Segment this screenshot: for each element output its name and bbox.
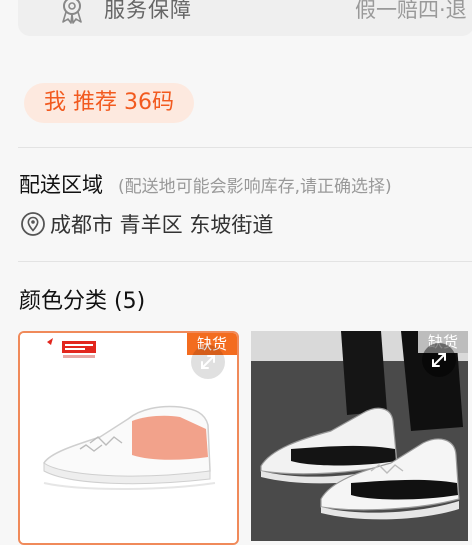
color-options-title: 颜色分类 (5) xyxy=(19,289,146,314)
expand-image-button[interactable] xyxy=(191,345,225,379)
expand-icon xyxy=(432,353,446,367)
service-label: 服务保障 xyxy=(104,0,192,22)
delivery-location-text: 成都市 青羊区 东坡街道 xyxy=(50,213,274,237)
divider xyxy=(18,147,472,148)
color-option-card[interactable]: 缺货 xyxy=(18,331,239,545)
color-option-card[interactable]: 缺货 xyxy=(251,331,468,541)
delivery-location-selector[interactable]: 成都市 青羊区 东坡街道 xyxy=(20,209,273,239)
service-guarantee-icon xyxy=(62,0,82,24)
size-recommend-chip[interactable]: 我 推荐 36码 xyxy=(24,83,194,123)
expand-icon xyxy=(201,355,215,369)
service-guarantee-row[interactable]: 服务保障 假一赔四·退 xyxy=(18,0,472,36)
location-pin-icon xyxy=(21,212,45,236)
expand-image-button[interactable] xyxy=(422,343,456,377)
divider xyxy=(18,261,472,262)
delivery-area-title: 配送区域 xyxy=(19,173,103,197)
delivery-area-note: (配送地可能会影响库存,请正确选择) xyxy=(118,177,392,197)
service-value: 假一赔四·退 xyxy=(355,0,467,22)
